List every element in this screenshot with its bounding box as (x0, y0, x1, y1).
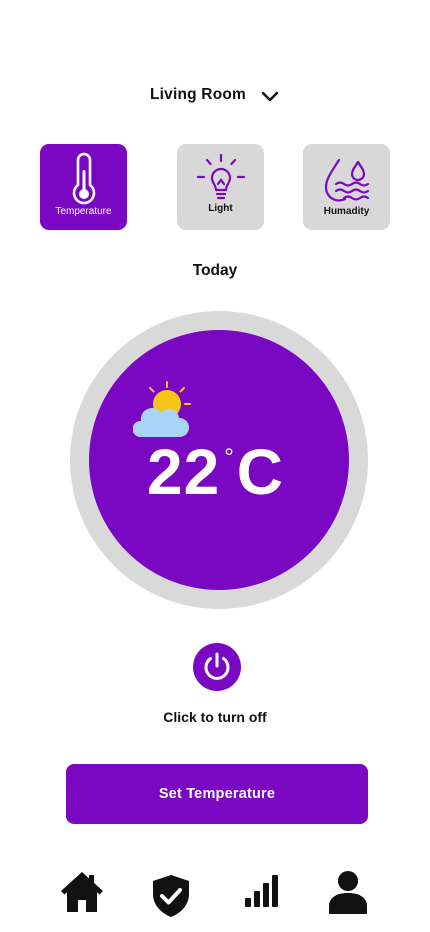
temperature-unit: C (236, 436, 284, 508)
signal-bars-icon[interactable] (244, 874, 280, 908)
power-button[interactable] (193, 643, 241, 691)
thermostat-screen: Living Room Temperature Light Humadity T… (0, 0, 430, 932)
mode-label: Light (208, 203, 233, 214)
mode-label: Temperature (55, 206, 112, 217)
user-icon[interactable] (328, 870, 368, 914)
partly-cloudy-icon (133, 381, 191, 437)
degree-symbol: ° (224, 444, 234, 471)
today-label: Today (192, 262, 238, 279)
chevron-down-icon[interactable] (260, 90, 280, 104)
mode-tile-light[interactable]: Light (177, 144, 264, 230)
temperature-value: 22 (147, 436, 221, 508)
mode-tile-temperature[interactable]: Temperature (40, 144, 127, 230)
temperature-readout: 22 ° C (147, 436, 283, 508)
thermometer-icon (72, 152, 95, 205)
lightbulb-icon (196, 154, 245, 200)
mode-tile-humidity[interactable]: Humadity (303, 144, 390, 230)
temperature-dial-face: 22 ° C (89, 330, 349, 590)
mode-label: Humadity (323, 206, 370, 217)
shield-check-icon[interactable] (152, 874, 190, 918)
humidity-drop-icon (324, 158, 369, 202)
bottom-nav (0, 866, 430, 920)
room-selector[interactable]: Living Room (0, 86, 430, 104)
home-icon[interactable] (60, 870, 104, 914)
set-temperature-button[interactable]: Set Temperature (66, 764, 368, 824)
temperature-dial[interactable]: 22 ° C (70, 311, 368, 609)
power-icon (204, 652, 230, 680)
room-name: Living Room (149, 86, 247, 103)
power-hint: Click to turn off (163, 709, 267, 725)
